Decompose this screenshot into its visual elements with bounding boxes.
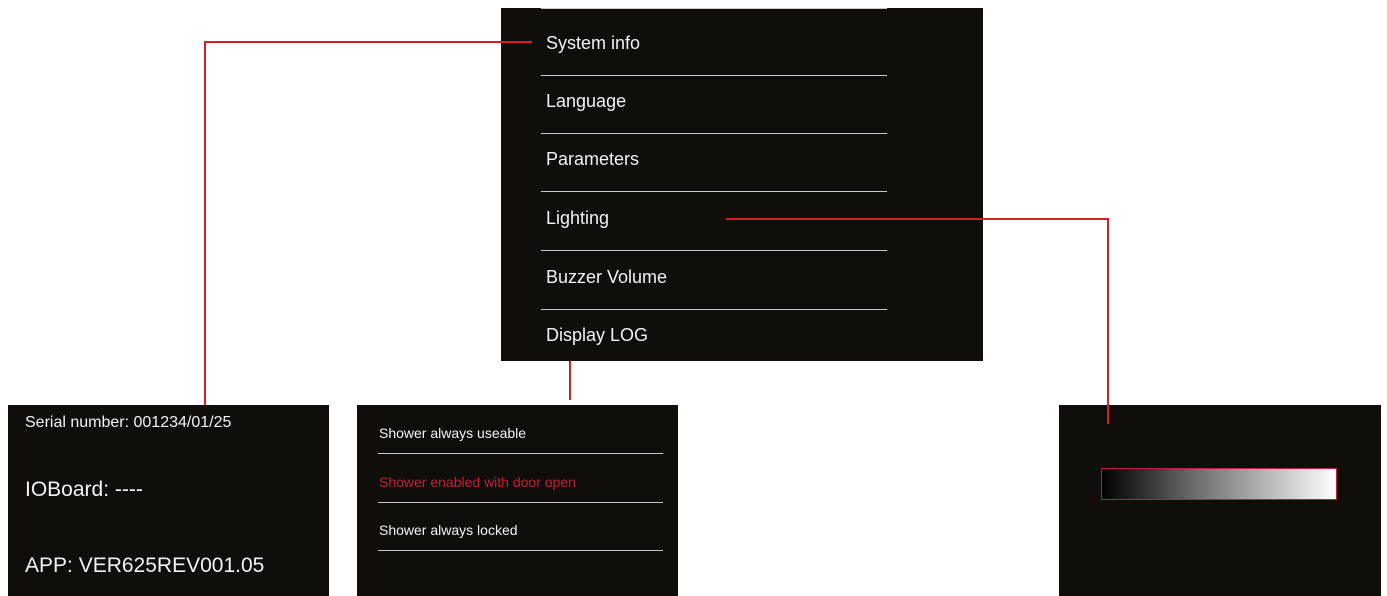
menu-item-language[interactable]: Language <box>541 76 887 134</box>
menu-item-parameters[interactable]: Parameters <box>541 134 887 192</box>
connector-system-info-horizontal <box>204 41 532 43</box>
system-info-screen: Serial number: 001234/01/25 IOBoard: ---… <box>8 405 329 596</box>
menu-item-label: Buzzer Volume <box>546 267 668 287</box>
connector-system-info-vertical <box>204 41 206 405</box>
parameter-option-enabled-door-open[interactable]: Shower enabled with door open <box>378 454 663 503</box>
parameter-option-label: Shower always useable <box>379 425 527 441</box>
menu-item-label: Language <box>546 91 627 111</box>
brightness-gradient-bar[interactable] <box>1101 468 1337 500</box>
menu-item-label: Lighting <box>546 208 610 228</box>
menu-item-buzzer-volume[interactable]: Buzzer Volume <box>541 252 887 310</box>
connector-parameters-vertical <box>569 361 571 400</box>
ioboard-text: IOBoard: ---- <box>25 478 143 501</box>
menu-item-label: Parameters <box>546 149 640 169</box>
main-menu-screen: System info Language Parameters Lighting… <box>501 8 983 361</box>
serial-number-text: Serial number: 001234/01/25 <box>25 414 232 431</box>
parameter-option-label-selected: Shower enabled with door open <box>379 474 576 490</box>
menu-item-system-info[interactable]: System info <box>541 18 887 76</box>
connector-lighting-vertical <box>1107 218 1109 424</box>
parameter-option-always-useable[interactable]: Shower always useable <box>378 405 663 454</box>
menu-item-lighting[interactable]: Lighting <box>541 193 887 251</box>
connector-lighting-horizontal <box>726 218 1109 220</box>
menu-top-divider <box>541 8 887 9</box>
menu-item-label: Display LOG <box>546 325 649 345</box>
parameter-option-label: Shower always locked <box>379 522 518 538</box>
parameter-option-always-locked[interactable]: Shower always locked <box>378 502 663 551</box>
menu-item-label: System info <box>546 33 641 53</box>
app-version-text: APP: VER625REV001.05 <box>25 554 265 577</box>
menu-item-display-log[interactable]: Display LOG <box>541 310 887 361</box>
parameters-screen: Shower always useable Shower enabled wit… <box>357 405 678 596</box>
lighting-screen <box>1059 405 1381 596</box>
